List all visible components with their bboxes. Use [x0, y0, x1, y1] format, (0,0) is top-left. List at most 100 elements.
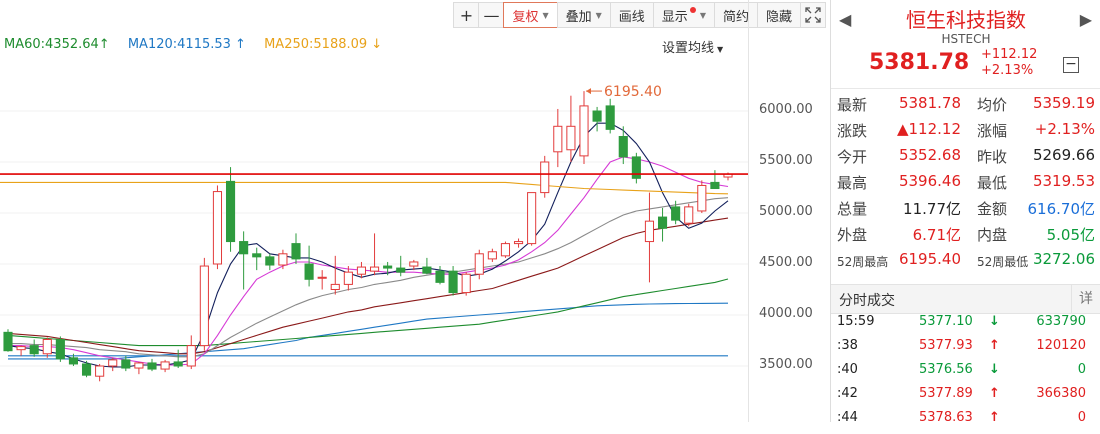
- tick-direction-icon: ↓: [989, 362, 1000, 377]
- price-tick-label: 5000.00: [759, 204, 813, 219]
- quote-label: 52周最高: [837, 255, 889, 269]
- quote-value: 5.05亿: [1046, 226, 1095, 244]
- candle-up: [461, 273, 471, 294]
- quote-value: 11.77亿: [903, 200, 961, 218]
- candle-up: [540, 161, 550, 194]
- tick-direction-icon: ↑: [989, 410, 1000, 425]
- candle-down: [671, 206, 681, 221]
- candle-down: [605, 105, 615, 130]
- quote-value: ▲112.12: [896, 120, 961, 138]
- candle-up: [553, 125, 563, 153]
- candle-down: [304, 263, 314, 280]
- candle-down: [173, 361, 183, 367]
- remove-watchlist-button[interactable]: −: [1063, 57, 1079, 73]
- price-tick-label: 5500.00: [759, 153, 813, 168]
- ma60-arrow: ↑: [98, 37, 110, 52]
- quote-label: 外盘: [837, 226, 868, 244]
- tick-row: 15:59 5377.10 ↓ 633790: [831, 314, 1100, 338]
- chevron-down-icon: ▼: [699, 10, 706, 20]
- tick-time: :40: [837, 362, 858, 377]
- tick-price: 5377.93: [919, 338, 973, 353]
- candle-up: [199, 265, 209, 347]
- adjust-dropdown[interactable]: 复权 ▼: [503, 2, 558, 28]
- kline-chart-area[interactable]: 6195.40 + — 复权 ▼ 叠加 ▼ 画线 显示 ▼ 简约 隐藏 MA60:43…: [0, 0, 830, 422]
- quote-value: +2.13%: [1034, 120, 1095, 138]
- price-change: +112.12 +2.13%: [981, 47, 1037, 79]
- kline-plot[interactable]: 6195.40: [0, 0, 748, 422]
- quote-row: 涨跌 ▲112.12 涨幅 +2.13%: [837, 120, 1095, 146]
- quote-label: 涨幅: [977, 122, 1008, 140]
- price-tick-label: 3500.00: [759, 357, 813, 372]
- candle-up: [16, 346, 26, 351]
- candle-down: [3, 331, 13, 352]
- overlay-dropdown[interactable]: 叠加 ▼: [556, 2, 611, 28]
- zoom-out-button[interactable]: —: [478, 2, 505, 28]
- display-dropdown[interactable]: 显示 ▼: [652, 2, 715, 28]
- quote-row: 最新 5381.78 均价 5359.19: [837, 94, 1095, 120]
- tick-trades-title: 分时成交: [839, 293, 895, 309]
- tick-volume: 0: [1077, 410, 1086, 425]
- quote-header: ◀ ▶ 恒生科技指数 HSTECH 5381.78 +112.12 +2.13%…: [831, 0, 1100, 89]
- quote-row: 最高 5396.46 最低 5319.53: [837, 172, 1095, 198]
- ma-settings-dropdown[interactable]: 设置均线 ▼: [662, 37, 723, 56]
- index-code: HSTECH: [941, 32, 991, 46]
- tick-row: :40 5376.56 ↓ 0: [831, 362, 1100, 386]
- tick-direction-icon: ↓: [989, 314, 1000, 329]
- quote-label: 今开: [837, 148, 868, 166]
- chevron-down-icon: ▼: [542, 10, 549, 20]
- tick-price: 5378.63: [919, 410, 973, 425]
- quote-value: 6195.40: [898, 250, 961, 268]
- tick-price: 5377.10: [919, 314, 973, 329]
- tick-price: 5376.56: [919, 362, 973, 377]
- candle-up: [95, 365, 105, 377]
- candle-down: [68, 357, 79, 365]
- tick-volume: 366380: [1036, 386, 1086, 401]
- candle-down: [81, 363, 92, 376]
- chevron-down-icon: ▼: [717, 45, 724, 54]
- candle-down: [657, 216, 668, 229]
- candle-down: [121, 359, 131, 369]
- tick-volume: 0: [1077, 362, 1086, 377]
- draw-button[interactable]: 画线: [609, 2, 654, 28]
- quote-label: 涨跌: [837, 122, 868, 140]
- detail-button[interactable]: 详: [1071, 285, 1100, 313]
- candle-down: [710, 181, 720, 190]
- quote-value: 5396.46: [898, 172, 961, 190]
- candle-down: [147, 362, 157, 370]
- tick-trades-list: 15:59 5377.10 ↓ 633790:38 5377.93 ↑ 120120:40 5…: [831, 314, 1100, 434]
- quote-value: 5319.53: [1032, 172, 1095, 190]
- tick-direction-icon: ↑: [989, 386, 1000, 401]
- candle-down: [618, 136, 628, 158]
- price-tick-label: 4500.00: [759, 255, 813, 270]
- candle-down: [291, 243, 301, 260]
- quote-value: 5359.19: [1032, 94, 1095, 112]
- zoom-in-button[interactable]: +: [453, 2, 480, 28]
- quote-row: 52周最高 6195.40 52周最低 3272.06: [837, 250, 1095, 276]
- candle-down: [29, 345, 39, 355]
- candle-up: [566, 125, 576, 151]
- candle-down: [435, 270, 445, 283]
- candle-up: [278, 253, 288, 266]
- candle-up: [644, 220, 655, 243]
- notification-dot: [689, 7, 696, 13]
- quote-value: 5381.78: [898, 94, 961, 112]
- ma60-line: [7, 278, 729, 347]
- candle-down: [265, 256, 275, 266]
- candle-down: [592, 110, 602, 122]
- ma120-legend: MA120:4115.53 ↑: [128, 37, 246, 52]
- quote-label: 金额: [977, 200, 1008, 218]
- candle-up: [212, 191, 223, 265]
- change-percent: +2.13%: [981, 63, 1034, 78]
- quote-label: 最低: [977, 174, 1008, 192]
- change-value: +112.12: [981, 47, 1038, 62]
- candle-down: [383, 265, 393, 269]
- ma250-line: [0, 181, 729, 195]
- candle-up: [513, 241, 524, 245]
- tick-price: 5377.89: [919, 386, 973, 401]
- tick-time: :42: [837, 386, 858, 401]
- quote-label: 最新: [837, 96, 868, 114]
- quote-label: 总量: [837, 200, 868, 218]
- candle-up: [330, 283, 340, 290]
- ma-legend: MA60:4352.64↑ MA120:4115.53 ↑ MA250:5188…: [4, 37, 396, 52]
- quote-value: 3272.06: [1032, 250, 1095, 268]
